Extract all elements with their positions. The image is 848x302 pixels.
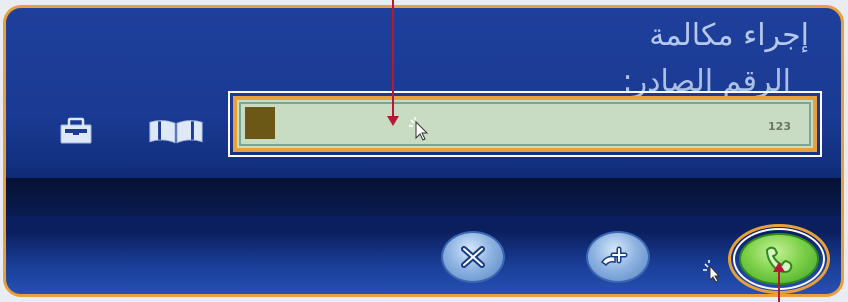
- transfer-call-button[interactable]: [586, 231, 650, 283]
- phonebook-icon: [149, 120, 203, 144]
- outgoing-number-field[interactable]: 123: [228, 91, 822, 157]
- text-caret: [245, 107, 275, 139]
- dialog-title: إجراء مكالمة: [649, 18, 809, 53]
- number-input-value: 123: [768, 120, 791, 133]
- dialpad-icon: [60, 117, 92, 144]
- make-call-dialog: إجراء مكالمة الرقم الصادر: 123: [3, 5, 844, 297]
- mouse-cursor-icon: [409, 117, 429, 141]
- number-input[interactable]: 123: [233, 96, 817, 152]
- annotation-arrowhead-bottom: [773, 262, 785, 272]
- dialpad-button[interactable]: [46, 111, 106, 151]
- close-icon: [461, 246, 485, 268]
- annotation-arrowhead-top: [387, 116, 399, 126]
- annotation-pointer-bottom: [778, 272, 780, 302]
- transfer-call-icon: [600, 246, 628, 267]
- separator-band: [6, 178, 841, 216]
- phonebook-button[interactable]: [146, 111, 206, 151]
- annotation-pointer-top: [392, 0, 394, 118]
- end-call-button[interactable]: [441, 231, 505, 283]
- mouse-cursor-icon: [703, 260, 721, 283]
